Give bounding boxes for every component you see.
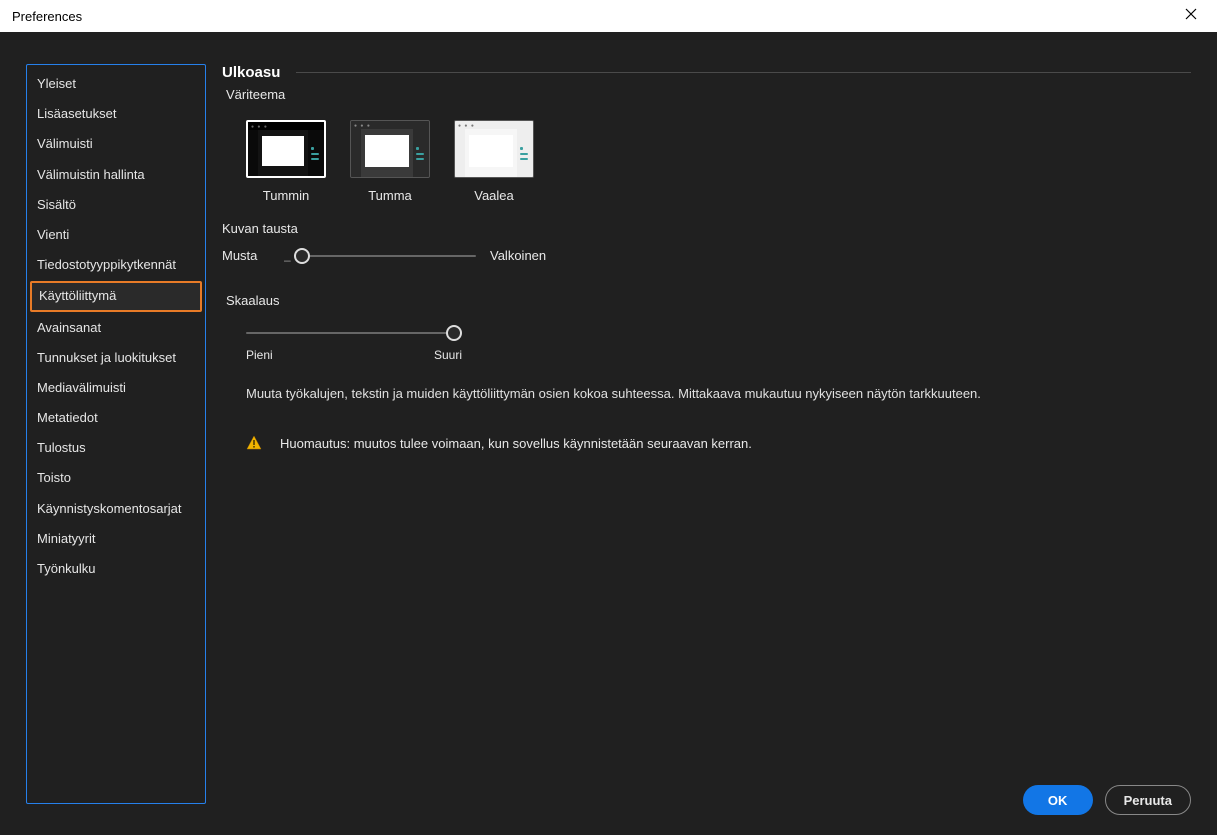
theme-thumb-dark-icon: ● ● ● — [350, 120, 430, 178]
appearance-title: Ulkoasu — [222, 64, 280, 81]
sidebar-item-filetypes[interactable]: Tiedostotyyppikytkennät — [27, 250, 205, 280]
slider-knob-icon[interactable] — [294, 248, 310, 264]
theme-label: Vaalea — [454, 188, 534, 203]
image-bg-slider[interactable]: – — [296, 255, 476, 257]
scaling-large-label: Suuri — [434, 348, 462, 362]
scaling-description: Muuta työkalujen, tekstin ja muiden käyt… — [246, 386, 1191, 401]
sidebar-item-output[interactable]: Tulostus — [27, 433, 205, 463]
scaling-warning: Huomautus: muutos tulee voimaan, kun sov… — [246, 435, 1191, 451]
theme-label: Tummin — [246, 188, 326, 203]
theme-option-dark[interactable]: ● ● ● Tumma — [350, 120, 430, 203]
scaling-small-label: Pieni — [246, 348, 273, 362]
scaling-label: Skaalaus — [226, 293, 1191, 308]
sidebar-item-content[interactable]: Sisältö — [27, 190, 205, 220]
sidebar-item-keywords[interactable]: Avainsanat — [27, 313, 205, 343]
slider-tick-icon: – — [284, 253, 290, 259]
titlebar: Preferences — [0, 0, 1217, 32]
sidebar-item-cache[interactable]: Välimuisti — [27, 129, 205, 159]
image-bg-left-label: Musta — [222, 248, 282, 263]
sidebar-item-cache-mgmt[interactable]: Välimuistin hallinta — [27, 160, 205, 190]
divider — [296, 72, 1191, 73]
preferences-sidebar: Yleiset Lisäasetukset Välimuisti Välimui… — [26, 64, 206, 804]
theme-options: ● ● ● Tummin ● ● ● Tumma ● ● ● — [246, 120, 1191, 203]
scaling-slider[interactable] — [246, 332, 462, 334]
slider-knob-icon[interactable] — [446, 325, 462, 341]
sidebar-item-interface[interactable]: Käyttöliittymä — [30, 281, 202, 311]
theme-thumb-darkest-icon: ● ● ● — [246, 120, 326, 178]
warning-icon — [246, 435, 262, 451]
close-icon[interactable] — [1177, 4, 1205, 28]
theme-option-light[interactable]: ● ● ● Vaalea — [454, 120, 534, 203]
window-title: Preferences — [12, 9, 82, 24]
sidebar-item-metadata[interactable]: Metatiedot — [27, 403, 205, 433]
sidebar-item-startup-scripts[interactable]: Käynnistyskomentosarjat — [27, 494, 205, 524]
image-bg-section: Kuvan tausta Musta – Valkoinen — [222, 221, 1191, 263]
sidebar-item-workflow[interactable]: Työnkulku — [27, 554, 205, 584]
sidebar-item-labels[interactable]: Tunnukset ja luokitukset — [27, 343, 205, 373]
scaling-warning-text: Huomautus: muutos tulee voimaan, kun sov… — [280, 436, 752, 451]
preferences-content: Ulkoasu Väriteema ● ● ● Tummin ● ● ● Tum… — [222, 64, 1191, 769]
sidebar-item-advanced[interactable]: Lisäasetukset — [27, 99, 205, 129]
sidebar-item-export[interactable]: Vienti — [27, 220, 205, 250]
theme-option-darkest[interactable]: ● ● ● Tummin — [246, 120, 326, 203]
image-bg-right-label: Valkoinen — [490, 248, 550, 263]
sidebar-item-thumbnails[interactable]: Miniatyyrit — [27, 524, 205, 554]
sidebar-item-playback[interactable]: Toisto — [27, 463, 205, 493]
appearance-header: Ulkoasu — [222, 64, 1191, 81]
sidebar-item-general[interactable]: Yleiset — [27, 69, 205, 99]
color-theme-label: Väriteema — [226, 87, 1191, 102]
sidebar-item-media-cache[interactable]: Mediavälimuisti — [27, 373, 205, 403]
scaling-section: Skaalaus Pieni Suuri Muuta työkalujen, t… — [222, 293, 1191, 451]
theme-thumb-light-icon: ● ● ● — [454, 120, 534, 178]
cancel-button[interactable]: Peruuta — [1105, 785, 1191, 815]
image-bg-label: Kuvan tausta — [222, 221, 1191, 236]
theme-label: Tumma — [350, 188, 430, 203]
ok-button[interactable]: OK — [1023, 785, 1093, 815]
dialog-footer: OK Peruuta — [1023, 785, 1191, 815]
preferences-dialog: Yleiset Lisäasetukset Välimuisti Välimui… — [0, 32, 1217, 835]
